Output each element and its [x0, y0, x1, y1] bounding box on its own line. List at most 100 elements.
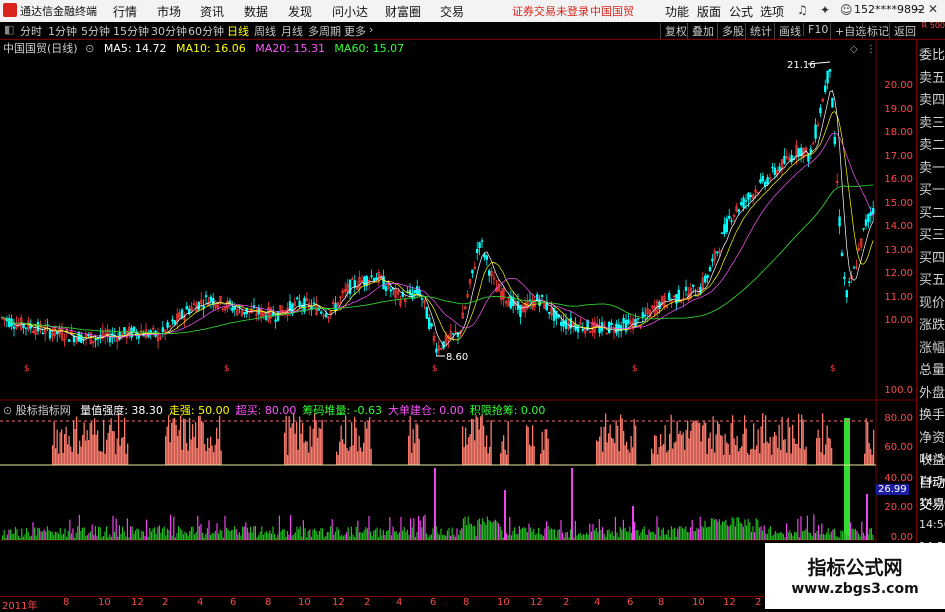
sidebar-label[interactable]: 涨幅 [919, 337, 945, 356]
indicator-title: 股标指标网 [15, 404, 71, 417]
tab-30min[interactable]: 30分钟 [151, 23, 187, 39]
sidebar-label[interactable]: 卖二 [919, 134, 945, 153]
period-toolbar: ◧ 分时 1分钟 5分钟 15分钟 30分钟 60分钟 日线 周线 月线 多周期… [0, 22, 945, 40]
tool-fuquan[interactable]: 复权 [660, 23, 687, 39]
menu-xuanxiang[interactable]: 选项 [760, 3, 784, 20]
candlesticks [0, 68, 875, 357]
menu-hangqing[interactable]: 行情 [113, 3, 137, 20]
title-bar: 通达信金融终端 行情 市场 资讯 数据 发现 问小达 财富圈 交易 证券交易未登… [0, 0, 945, 23]
menu-gongneng[interactable]: 功能 [665, 3, 689, 20]
tab-5min[interactable]: 5分钟 [81, 23, 110, 39]
sidebar-label[interactable]: 买五 [919, 269, 945, 288]
date-tick: 12 [530, 597, 543, 608]
tool-biaoji[interactable]: 标记 [862, 23, 889, 39]
date-tick: 2 [755, 597, 762, 608]
watermark-url: www.zbgs3.com [791, 581, 919, 597]
ma-legend-item: MA20: 15.31 [251, 42, 325, 55]
date-tick: 8 [265, 597, 272, 608]
toolbar-toggle-icon[interactable]: ◧ [4, 23, 14, 36]
user-icon[interactable]: ☺ [840, 3, 853, 17]
menu-shuju[interactable]: 数据 [244, 3, 268, 20]
sidebar-label[interactable]: 卖三 [919, 112, 945, 131]
shirt-icon[interactable]: ✦ [820, 3, 830, 17]
tab-fenshi[interactable]: 分时 [20, 23, 42, 39]
minimize-icon[interactable]: — [912, 2, 924, 16]
sidebar-time: 14:56 [919, 452, 945, 465]
tool-f10[interactable]: F10 [803, 23, 828, 36]
sidebar-label[interactable]: 买一 [919, 179, 945, 198]
low-price-label: 8.60 [446, 352, 468, 363]
sidebar-label[interactable]: 卖四 [919, 89, 945, 108]
menu-faxian[interactable]: 发现 [288, 3, 312, 20]
sidebar-label[interactable]: 买四 [919, 247, 945, 266]
menu-banmian[interactable]: 版面 [697, 3, 721, 20]
tab-monthly[interactable]: 月线 [281, 23, 303, 39]
menu-wenxiaoda[interactable]: 问小达 [332, 3, 368, 20]
main-chart-legend: 中国国贸(日线) ⊙ MA5: 14.72 MA10: 16.06 MA20: … [3, 40, 405, 55]
sidebar-label[interactable]: 总量 [919, 359, 945, 378]
tool-back[interactable]: 返回 [889, 23, 916, 39]
tab-15min[interactable]: 15分钟 [113, 23, 149, 39]
tab-multi-period[interactable]: 多周期 [308, 23, 341, 39]
tab-1min[interactable]: 1分钟 [48, 23, 77, 39]
moving-average-lines [1, 89, 874, 347]
sidebar-label[interactable]: 买二 [919, 202, 945, 221]
date-tick: 8 [658, 597, 665, 608]
signal-marker: $ [432, 364, 438, 374]
indicator-legend-item: 超买: 80.00 [235, 404, 297, 417]
sidebar-label[interactable]: 卖一 [919, 157, 945, 176]
indicator-y-tick: 40.00 [884, 473, 913, 484]
tab-weekly[interactable]: 周线 [254, 23, 276, 39]
date-tick: 12 [723, 597, 736, 608]
chart-menu-icon[interactable]: ⊙ [85, 42, 94, 55]
chart-expand-icon: ◇ [850, 44, 858, 55]
tool-tongji[interactable]: 统计 [745, 23, 772, 39]
main-y-tick: 18.00 [884, 127, 913, 138]
close-icon[interactable]: ✕ [928, 2, 938, 16]
sidebar-label[interactable]: 外盘 [919, 382, 945, 401]
ma-legend-item: MA60: 15.07 [330, 42, 405, 55]
sidebar-label[interactable]: 委比 [919, 44, 945, 63]
menu-shichang[interactable]: 市场 [157, 3, 181, 20]
main-y-tick: 20.00 [884, 80, 913, 91]
date-tick: 6 [230, 597, 237, 608]
indicator-current-value: 26.99 [876, 484, 909, 495]
site-watermark: 指标公式网 www.zbgs3.com [765, 543, 945, 609]
trade-login-warning[interactable]: 证券交易未登录 [512, 3, 589, 19]
date-tick: 2 [162, 597, 169, 608]
app-title: 通达信金融终端 [20, 5, 97, 18]
tab-more[interactable]: 更多 [344, 23, 366, 39]
sidebar-label[interactable]: 换手 [919, 404, 945, 423]
date-tick: 6 [627, 597, 634, 608]
menu-caifuquan[interactable]: 财富圈 [385, 3, 421, 20]
sidebar-label[interactable]: 现价 [919, 292, 945, 311]
tool-diejia[interactable]: 叠加 [687, 23, 714, 39]
date-tick: 10 [497, 597, 510, 608]
headset-icon[interactable]: ♫ [797, 3, 808, 17]
tool-huaxian[interactable]: 画线 [774, 23, 801, 39]
stock-name-label: 中国国贸 [590, 5, 634, 18]
indicator-y-tick: 60.00 [884, 442, 913, 453]
indicator-menu-icon[interactable]: ⊙ [3, 404, 12, 417]
tool-add-favorite[interactable]: +自选 [830, 23, 866, 39]
date-tick: 8 [463, 597, 470, 608]
kline-chart-area[interactable]: $ $ $ $ $ 21.16 8.60 ◇ ⋮ [0, 40, 916, 596]
date-tick: 4 [396, 597, 403, 608]
indicator-legend: ⊙ 股标指标网 量值强度: 38.30 走强: 50.00 超买: 80.00 筹码堆… [3, 402, 545, 417]
sidebar-label[interactable]: 卖五 [919, 67, 945, 86]
tab-60min[interactable]: 60分钟 [188, 23, 224, 39]
tool-duogu[interactable]: 多股 [717, 23, 744, 39]
indicator-legend-item: 筹码堆量: -0.63 [302, 404, 382, 417]
tab-daily[interactable]: 日线 [227, 23, 249, 39]
sidebar-time: 14:56 [919, 518, 945, 531]
indicator-y-tick: 80.00 [884, 413, 913, 424]
more-chevron-icon[interactable]: › [369, 23, 373, 36]
sidebar-badge[interactable]: R 500 [919, 22, 945, 39]
main-y-tick: 14.00 [884, 221, 913, 232]
menu-zixun[interactable]: 资讯 [200, 3, 224, 20]
sidebar-label[interactable]: 净资 [919, 427, 945, 446]
menu-jiaoyi[interactable]: 交易 [440, 3, 464, 20]
menu-gongshi[interactable]: 公式 [729, 3, 753, 20]
sidebar-label[interactable]: 涨跌 [919, 314, 945, 333]
sidebar-label[interactable]: 买三 [919, 224, 945, 243]
